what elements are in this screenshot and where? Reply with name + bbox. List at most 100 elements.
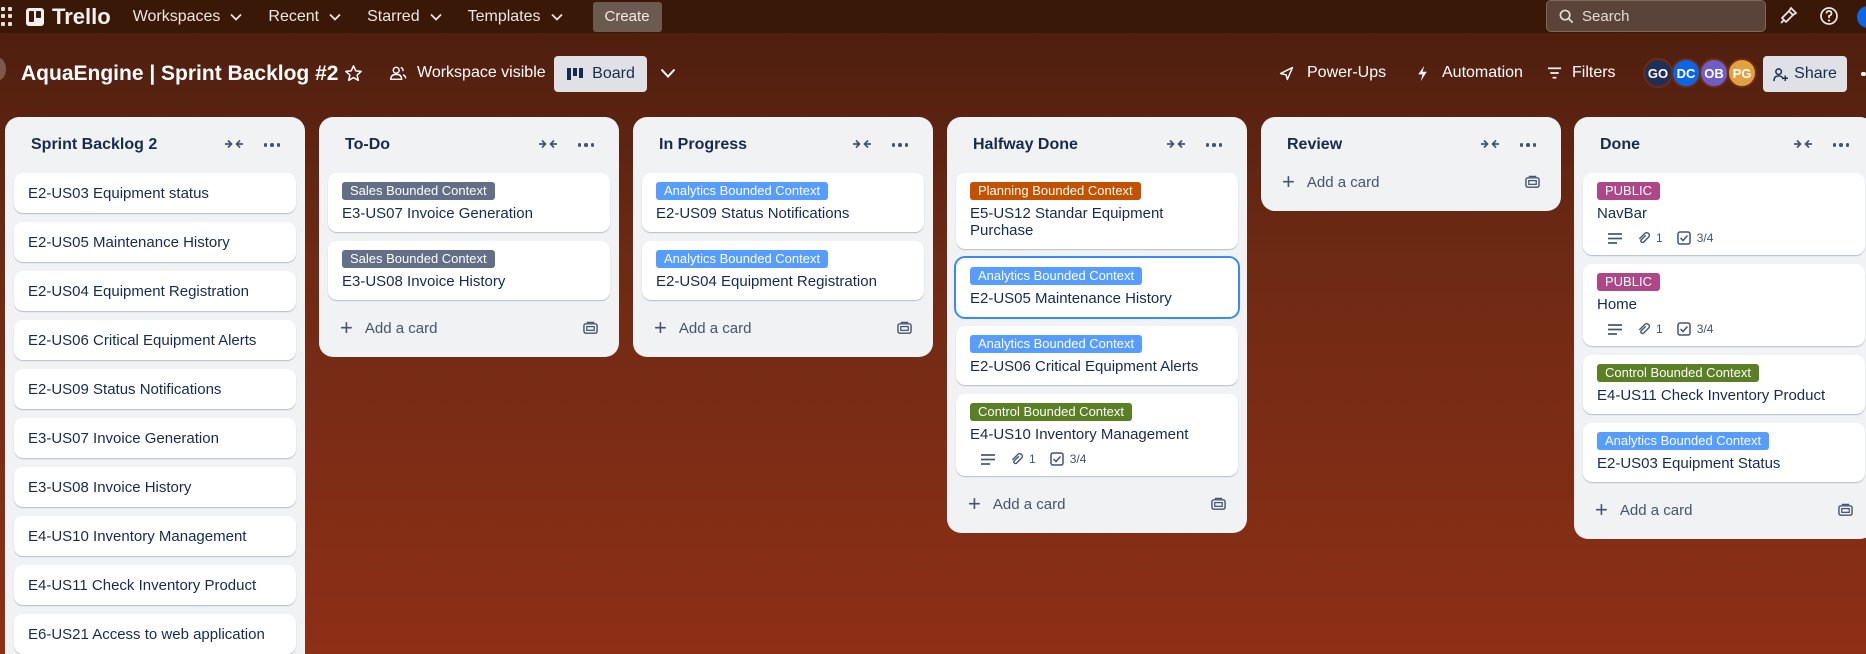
card-label[interactable]: Analytics Bounded Context <box>970 267 1143 285</box>
filters-button[interactable]: Filters <box>1547 64 1616 82</box>
card-label[interactable]: Sales Bounded Context <box>342 250 495 268</box>
create-button[interactable]: Create <box>592 1 662 32</box>
automation-button[interactable]: Automation <box>1415 64 1523 82</box>
visibility-button[interactable]: Workspace visible <box>389 64 546 82</box>
list-header[interactable]: Sprint Backlog 2 <box>14 117 296 173</box>
list-menu-icon[interactable] <box>891 143 908 147</box>
card[interactable]: Analytics Bounded Context E2-US05 Mainten… <box>956 258 1238 317</box>
collapse-list-icon[interactable] <box>1793 137 1813 155</box>
power-ups-button[interactable]: Power-Ups <box>1278 64 1386 82</box>
add-card-button[interactable]: + Add a card <box>328 309 610 347</box>
card-template-icon[interactable] <box>1211 497 1226 515</box>
card[interactable]: E4-US10 Inventory Management <box>14 516 296 556</box>
list-title[interactable]: Done <box>1600 136 1640 154</box>
card[interactable]: PUBLIC NavBar 1 3/4 <box>1583 173 1865 255</box>
card[interactable]: E2-US06 Critical Equipment Alerts <box>14 320 296 360</box>
help-icon[interactable] <box>1819 6 1839 26</box>
list-menu-icon[interactable] <box>263 143 280 147</box>
list-header[interactable]: Done <box>1583 117 1865 173</box>
list-halfway-done[interactable]: Halfway Done Planning Bounded Context E5-U… <box>947 117 1247 533</box>
card-label[interactable]: Control Bounded Context <box>1597 364 1759 382</box>
search-box[interactable] <box>1546 0 1766 32</box>
add-card-button[interactable]: + Add a card <box>1583 491 1865 529</box>
card[interactable]: E3-US07 Invoice Generation <box>14 418 296 458</box>
member-avatar[interactable]: DC <box>1671 58 1701 88</box>
card[interactable]: Sales Bounded Context E3-US08 Invoice His… <box>328 241 610 300</box>
collapse-list-icon[interactable] <box>1166 137 1186 155</box>
list-review[interactable]: Review + Add a card <box>1261 117 1561 211</box>
account-avatar[interactable] <box>1857 6 1866 28</box>
card[interactable]: Analytics Bounded Context E2-US03 Equipme… <box>1583 423 1865 482</box>
card[interactable]: E3-US08 Invoice History <box>14 467 296 507</box>
card-template-icon[interactable] <box>1838 503 1853 521</box>
collapse-list-icon[interactable] <box>852 137 872 155</box>
notifications-icon[interactable] <box>1778 6 1798 26</box>
card[interactable]: E6-US21 Access to web application <box>14 614 296 654</box>
list-sprint-backlog-2[interactable]: Sprint Backlog 2 E2-US03 Equipment status… <box>5 117 305 654</box>
star-icon[interactable] <box>344 64 363 83</box>
board-view-button[interactable]: Board <box>554 56 647 92</box>
card[interactable]: PUBLIC Home 1 3/4 <box>1583 264 1865 346</box>
list-menu-icon[interactable] <box>577 143 594 147</box>
card[interactable]: E2-US03 Equipment status <box>14 173 296 213</box>
card-label[interactable]: Analytics Bounded Context <box>970 335 1143 353</box>
list-title[interactable]: Sprint Backlog 2 <box>31 136 157 154</box>
add-card-button[interactable]: + Add a card <box>1270 163 1552 201</box>
card-template-icon[interactable] <box>1525 175 1540 193</box>
list-header[interactable]: Halfway Done <box>956 117 1238 173</box>
card[interactable]: Planning Bounded Context E5-US12 Standar … <box>956 173 1238 249</box>
sidebar-toggle[interactable] <box>0 58 6 80</box>
list-title[interactable]: Review <box>1287 136 1342 154</box>
card[interactable]: Control Bounded Context E4-US11 Check Inv… <box>1583 355 1865 414</box>
list-header[interactable]: To-Do <box>328 117 610 173</box>
member-avatar[interactable]: OB <box>1699 58 1729 88</box>
list-title[interactable]: In Progress <box>659 136 747 154</box>
search-input[interactable] <box>1582 7 1742 25</box>
card-label[interactable]: Planning Bounded Context <box>970 182 1141 200</box>
nav-starred[interactable]: Starred <box>367 8 442 26</box>
card[interactable]: E2-US05 Maintenance History <box>14 222 296 262</box>
share-button[interactable]: Share <box>1763 56 1847 92</box>
card-label[interactable]: Sales Bounded Context <box>342 182 495 200</box>
list-title[interactable]: Halfway Done <box>973 136 1078 154</box>
card[interactable]: Sales Bounded Context E3-US07 Invoice Gen… <box>328 173 610 232</box>
list-menu-icon[interactable] <box>1519 143 1536 147</box>
nav-templates[interactable]: Templates <box>468 8 563 26</box>
card-label[interactable]: Control Bounded Context <box>970 403 1132 421</box>
list-in-progress[interactable]: In Progress Analytics Bounded Context E2-U… <box>633 117 933 357</box>
list-to-do[interactable]: To-Do Sales Bounded Context E3-US07 Invoic… <box>319 117 619 357</box>
app-switcher-icon[interactable] <box>0 6 14 27</box>
card-template-icon[interactable] <box>897 321 912 339</box>
list-done[interactable]: Done PUBLIC NavBar 1 3/4 PUBLIC Home 1 3/4 Contro… <box>1574 117 1866 539</box>
card[interactable]: E4-US11 Check Inventory Product <box>14 565 296 605</box>
card-label[interactable]: Analytics Bounded Context <box>656 182 829 200</box>
nav-workspaces[interactable]: Workspaces <box>133 8 243 26</box>
list-header[interactable]: In Progress <box>642 117 924 173</box>
chevron-down-icon[interactable] <box>660 68 676 79</box>
card-label[interactable]: Analytics Bounded Context <box>656 250 829 268</box>
nav-recent[interactable]: Recent <box>268 8 341 26</box>
card-template-icon[interactable] <box>583 321 598 339</box>
list-title[interactable]: To-Do <box>345 136 390 154</box>
collapse-list-icon[interactable] <box>224 137 244 155</box>
list-menu-icon[interactable] <box>1205 143 1222 147</box>
add-card-button[interactable]: + Add a card <box>956 485 1238 523</box>
card[interactable]: E2-US04 Equipment Registration <box>14 271 296 311</box>
board-title[interactable]: AquaEngine | Sprint Backlog #2 <box>21 62 338 86</box>
card[interactable]: Control Bounded Context E4-US10 Inventory… <box>956 394 1238 476</box>
list-menu-icon[interactable] <box>1832 143 1849 147</box>
card[interactable]: Analytics Bounded Context E2-US09 Status … <box>642 173 924 232</box>
member-avatar[interactable]: GO <box>1643 58 1673 88</box>
member-avatar[interactable]: PG <box>1727 58 1757 88</box>
add-card-button[interactable]: + Add a card <box>642 309 924 347</box>
card-label[interactable]: PUBLIC <box>1597 182 1660 200</box>
card[interactable]: Analytics Bounded Context E2-US06 Critica… <box>956 326 1238 385</box>
card-label[interactable]: PUBLIC <box>1597 273 1660 291</box>
card[interactable]: E2-US09 Status Notifications <box>14 369 296 409</box>
more-menu-icon[interactable] <box>1861 72 1866 76</box>
card-label[interactable]: Analytics Bounded Context <box>1597 432 1770 450</box>
collapse-list-icon[interactable] <box>1480 137 1500 155</box>
trello-logo[interactable]: Trello <box>26 4 111 30</box>
collapse-list-icon[interactable] <box>538 137 558 155</box>
card[interactable]: Analytics Bounded Context E2-US04 Equipme… <box>642 241 924 300</box>
